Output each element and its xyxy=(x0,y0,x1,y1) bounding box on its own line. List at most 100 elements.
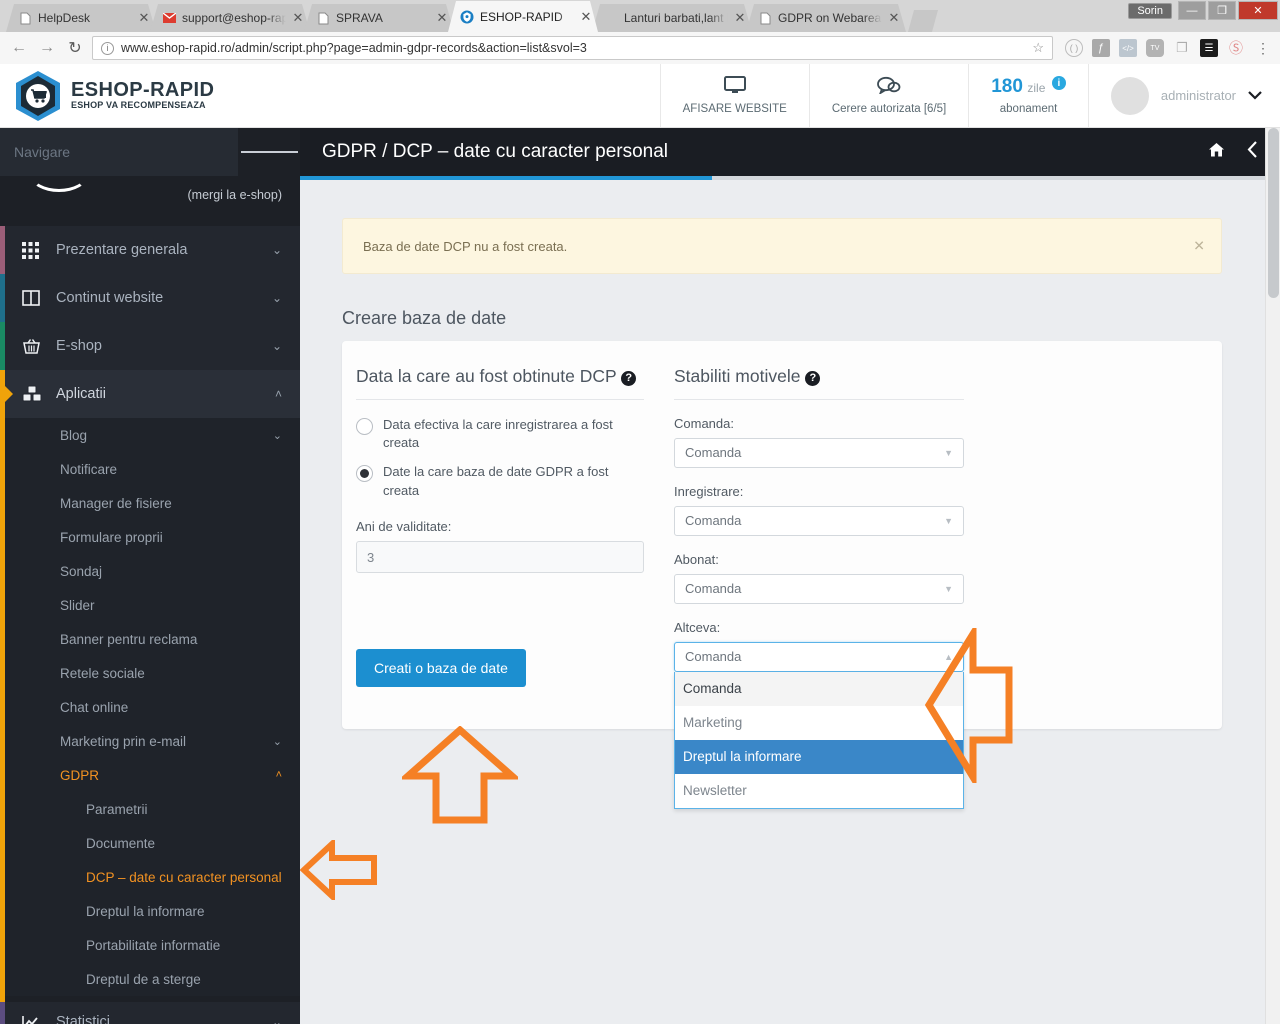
validity-years-input[interactable] xyxy=(356,541,644,573)
sidebar-item-continut-website[interactable]: Continut website ⌄ xyxy=(0,274,300,322)
select-inregistrare[interactable]: Comanda ▼ xyxy=(674,505,964,536)
close-icon[interactable]: ✕ xyxy=(580,9,592,25)
sidebar-item-portabilitate-informatie[interactable]: Portabilitate informatie xyxy=(0,928,300,962)
dropdown-option-marketing[interactable]: Marketing xyxy=(675,706,963,740)
create-database-button[interactable]: Creati o baza de date xyxy=(356,649,526,687)
minimize-button[interactable]: — xyxy=(1178,1,1206,20)
browser-tab-support[interactable]: support@eshop-rapid ✕ xyxy=(150,4,310,32)
sidebar-item-banner-pentru-reclama[interactable]: Banner pentru reclama xyxy=(0,622,300,656)
hamburger-icon[interactable] xyxy=(238,128,300,176)
close-icon[interactable]: ✕ xyxy=(888,10,900,26)
accent-bar xyxy=(0,520,5,554)
user-menu[interactable]: administrator xyxy=(1087,64,1280,127)
browser-chrome: HelpDesk ✕ support@eshop-rapid ✕ SPRAVA … xyxy=(0,0,1280,64)
chevron-down-icon[interactable]: ⌄ xyxy=(273,735,282,748)
header-item-afisare-website[interactable]: AFISARE WEBSITE xyxy=(659,64,809,127)
chevron-down-icon[interactable]: ⌄ xyxy=(272,1015,282,1024)
sidebar-eshop-link[interactable]: (mergi la e-shop) xyxy=(188,188,282,202)
sidebar-item-retele-sociale[interactable]: Retele sociale xyxy=(0,656,300,690)
restore-button[interactable]: ❐ xyxy=(1208,1,1236,20)
sidebar-item-marketing-prin-e-mail[interactable]: Marketing prin e-mail ⌄ xyxy=(0,724,300,758)
window-user-label[interactable]: Sorin xyxy=(1128,2,1172,19)
adblock-extension-icon[interactable]: Ⓢ xyxy=(1227,39,1245,57)
radio-button[interactable] xyxy=(356,417,373,435)
script-extension-icon[interactable]: ƒ xyxy=(1092,39,1110,57)
sidebar-item-formulare-proprii[interactable]: Formulare proprii xyxy=(0,520,300,554)
app-body: Navigare (mergi la e-shop) Prezentare ge… xyxy=(0,128,1280,1024)
close-icon[interactable]: ✕ xyxy=(292,10,304,26)
sidebar-item-gdpr[interactable]: GDPR ˄ xyxy=(0,758,300,792)
scrollbar-thumb[interactable] xyxy=(1268,128,1279,298)
radio-button[interactable] xyxy=(356,465,373,483)
chevron-down-icon[interactable]: ⌄ xyxy=(272,291,282,305)
chevron-left-icon[interactable] xyxy=(1247,141,1258,163)
tv-extension-icon[interactable]: TV xyxy=(1146,39,1164,57)
select-altceva[interactable]: Comanda ▲ xyxy=(674,641,964,672)
windows-extension-icon[interactable]: ❐ xyxy=(1173,39,1191,57)
help-icon[interactable]: ? xyxy=(805,370,821,386)
chevron-down-icon[interactable]: ⌄ xyxy=(272,339,282,353)
site-info-icon[interactable]: i xyxy=(101,41,114,55)
chevron-down-icon[interactable] xyxy=(1248,88,1262,103)
sidebar-item-parametrii[interactable]: Parametrii xyxy=(0,792,300,826)
help-icon[interactable]: ? xyxy=(621,370,637,386)
boxes-icon xyxy=(22,385,56,403)
close-icon[interactable]: ✕ xyxy=(1193,238,1205,255)
select-abonat[interactable]: Comanda ▼ xyxy=(674,573,964,604)
code-extension-icon[interactable]: </> xyxy=(1119,39,1137,57)
header-item-subscription[interactable]: 180 zile i abonament xyxy=(968,64,1088,127)
sidebar-item-aplicatii[interactable]: Aplicatii ˄ xyxy=(0,370,300,418)
sidebar-item-blog[interactable]: Blog ⌄ xyxy=(0,418,300,452)
browser-tab-eshop-rapid[interactable]: ESHOP-RAPID ✕ xyxy=(448,1,598,32)
chevron-down-icon[interactable]: ⌄ xyxy=(273,429,282,442)
browser-tab-sprava[interactable]: SPRAVA ✕ xyxy=(304,4,454,32)
sidebar-item-notificare[interactable]: Notificare xyxy=(0,452,300,486)
accent-bar xyxy=(0,418,5,452)
new-tab-button[interactable] xyxy=(908,10,938,32)
dropdown-option-newsletter[interactable]: Newsletter xyxy=(675,774,963,808)
page-scrollbar[interactable] xyxy=(1265,128,1280,1024)
dropdown-option-comanda[interactable]: Comanda xyxy=(675,671,963,706)
sidebar-item-eshop[interactable]: E-shop ⌄ xyxy=(0,322,300,370)
close-icon[interactable]: ✕ xyxy=(436,10,448,26)
sidebar-item-chat-online[interactable]: Chat online xyxy=(0,690,300,724)
chevron-up-icon[interactable]: ˄ xyxy=(276,769,282,781)
close-icon[interactable]: ✕ xyxy=(138,10,150,26)
radio-option-data-efectiva[interactable]: Data efectiva la care inregistrarea a fo… xyxy=(356,416,644,454)
accent-bar xyxy=(0,554,5,588)
bookmark-star-icon[interactable]: ☆ xyxy=(1032,40,1044,56)
info-icon[interactable]: i xyxy=(1051,76,1066,90)
smiley-extension-icon[interactable]: ( ) xyxy=(1065,39,1083,57)
browser-menu-icon[interactable]: ⋮ xyxy=(1254,39,1272,57)
sidebar-item-documente[interactable]: Documente xyxy=(0,826,300,860)
validity-years-label: Ani de validitate: xyxy=(356,519,452,534)
accent-bar xyxy=(0,622,5,656)
address-bar[interactable]: i www.eshop-rapid.ro/admin/script.php?pa… xyxy=(92,36,1053,60)
sidebar-item-statistici[interactable]: Statistici ⌄ xyxy=(0,1002,300,1024)
home-icon[interactable] xyxy=(1208,142,1225,163)
browser-tab-helpdesk[interactable]: HelpDesk ✕ xyxy=(6,4,156,32)
sidebar-item-dreptul-de-a-sterge[interactable]: Dreptul de a sterge xyxy=(0,962,300,996)
back-arrow-icon[interactable]: ← xyxy=(8,37,30,59)
close-icon[interactable]: ✕ xyxy=(734,10,746,26)
document-extension-icon[interactable]: ☰ xyxy=(1200,39,1218,57)
sidebar-item-manager-de-fisiere[interactable]: Manager de fisiere xyxy=(0,486,300,520)
brand-logo-area[interactable]: ESHOP-RAPID ESHOP VA RECOMPENSEAZA xyxy=(0,64,300,127)
close-window-button[interactable]: ✕ xyxy=(1238,1,1278,20)
header-item-cerere-autorizata[interactable]: Cerere autorizata [6/5] xyxy=(808,64,968,127)
chevron-up-icon[interactable]: ˄ xyxy=(275,387,282,401)
reload-icon[interactable]: ↻ xyxy=(64,37,86,59)
radio-option-data-baza-gdpr[interactable]: Date la care baza de date GDPR a fost cr… xyxy=(356,463,644,501)
chevron-down-icon[interactable]: ⌄ xyxy=(272,243,282,257)
select-comanda[interactable]: Comanda ▼ xyxy=(674,437,964,468)
browser-tab-gdpr-webareal[interactable]: GDPR on Webareal lau ✕ xyxy=(746,4,906,32)
browser-tab-lanturi[interactable]: Lanturi barbati,lant inc ✕ xyxy=(592,4,752,32)
sidebar-item-dreptul-la-informare[interactable]: Dreptul la informare xyxy=(0,894,300,928)
accent-bar xyxy=(0,588,5,622)
sidebar-item-prezentare-generala[interactable]: Prezentare generala ⌄ xyxy=(0,226,300,274)
forward-arrow-icon[interactable]: → xyxy=(36,37,58,59)
sidebar-item-sondaj[interactable]: Sondaj xyxy=(0,554,300,588)
sidebar-item-dcp-date-cu-caracter-personal[interactable]: DCP – date cu caracter personal xyxy=(0,860,300,894)
sidebar-item-slider[interactable]: Slider xyxy=(0,588,300,622)
dropdown-option-dreptul-la-informare[interactable]: Dreptul la informare xyxy=(675,739,963,774)
